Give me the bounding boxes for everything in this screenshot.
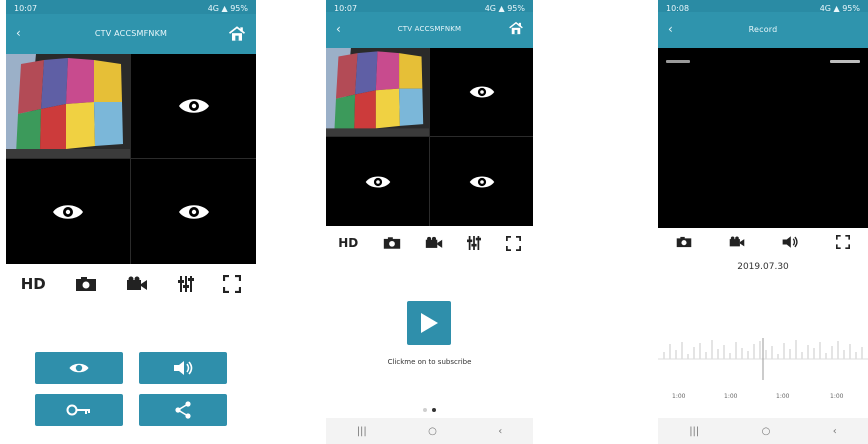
status-bar: 10:07 4G ▲ 95% bbox=[326, 0, 533, 13]
fullscreen-icon[interactable] bbox=[223, 275, 242, 293]
camera-feed-3[interactable] bbox=[6, 159, 131, 264]
fullscreen-icon[interactable] bbox=[505, 235, 521, 251]
unlock-button[interactable] bbox=[35, 394, 123, 426]
key-icon bbox=[66, 404, 90, 416]
camera-feed-2[interactable] bbox=[131, 54, 256, 159]
camera-feed-1[interactable] bbox=[326, 48, 430, 137]
app-bar: ‹ CTV ACCSMFNKM bbox=[326, 12, 533, 48]
screen-title: Record bbox=[748, 25, 778, 34]
share-icon bbox=[175, 401, 191, 419]
eye-icon bbox=[53, 204, 83, 219]
recent-apps-icon[interactable]: ||| bbox=[689, 426, 699, 437]
camera-image bbox=[326, 48, 429, 136]
waveform-graphic bbox=[658, 338, 868, 380]
play-icon bbox=[421, 313, 438, 333]
progress-end-bar bbox=[830, 60, 860, 63]
timeline-label: 1:00 bbox=[776, 393, 790, 400]
camera-grid bbox=[6, 54, 256, 264]
video-camera-icon[interactable] bbox=[126, 276, 148, 292]
settings-icon[interactable] bbox=[177, 275, 194, 293]
playback-progress bbox=[658, 60, 868, 63]
screen-title: CTV ACCSMFNKM bbox=[94, 29, 168, 38]
eye-icon bbox=[365, 175, 390, 188]
status-time: 10:07 bbox=[14, 4, 38, 13]
eye-icon bbox=[469, 86, 494, 98]
phone-screen-live-grid: 10:07 4G ▲ 95% ‹ CTV ACCSMFNKM HD bbox=[6, 0, 256, 444]
settings-icon[interactable] bbox=[467, 235, 482, 251]
sound-button[interactable] bbox=[139, 352, 227, 384]
app-bar: ‹ Record bbox=[658, 12, 868, 48]
play-button[interactable] bbox=[407, 301, 451, 345]
status-bar: 10:08 4G ▲ 95% bbox=[658, 0, 868, 13]
watch-button[interactable] bbox=[35, 352, 123, 384]
back-nav-icon[interactable]: ‹ bbox=[498, 426, 502, 437]
phone-screen-subscribe: 10:07 4G ▲ 95% ‹ CTV ACCSMFNKM HD Clickm… bbox=[326, 0, 533, 444]
home-icon[interactable] bbox=[507, 20, 525, 37]
timeline-label: 1:00 bbox=[672, 393, 686, 400]
share-button[interactable] bbox=[139, 394, 227, 426]
camera-image bbox=[6, 54, 130, 158]
recent-apps-icon[interactable]: ||| bbox=[357, 426, 367, 437]
status-bar: 10:07 4G ▲ 95% bbox=[6, 0, 256, 14]
playback-toolbar bbox=[658, 228, 868, 256]
video-camera-icon[interactable] bbox=[729, 236, 745, 248]
home-nav-icon[interactable]: ○ bbox=[428, 426, 437, 437]
status-indicators: 4G ▲ 95% bbox=[207, 4, 248, 13]
fullscreen-icon[interactable] bbox=[835, 235, 850, 249]
system-nav-bar: ||| ○ ‹ bbox=[326, 418, 533, 444]
playback-video[interactable] bbox=[658, 48, 868, 228]
camera-feed-3[interactable] bbox=[326, 137, 430, 226]
hd-toggle-button[interactable]: HD bbox=[338, 236, 358, 250]
speaker-icon bbox=[174, 361, 193, 375]
camera-icon[interactable] bbox=[676, 236, 692, 248]
page-indicator bbox=[326, 408, 533, 412]
camera-feed-1[interactable] bbox=[6, 54, 131, 159]
timeline-label: 1:00 bbox=[830, 393, 844, 400]
app-bar: ‹ CTV ACCSMFNKM bbox=[6, 14, 256, 54]
system-nav-bar: ||| ○ ‹ bbox=[658, 418, 868, 444]
home-nav-icon[interactable]: ○ bbox=[762, 426, 771, 437]
eye-icon bbox=[469, 175, 494, 188]
video-toolbar: HD bbox=[326, 228, 533, 258]
page-dot-active[interactable] bbox=[432, 408, 436, 412]
eye-icon bbox=[69, 363, 89, 373]
recording-date: 2019.07.30 bbox=[737, 262, 789, 272]
page-dot[interactable] bbox=[423, 408, 427, 412]
timeline-waveform[interactable]: 1:00 1:00 1:00 1:00 bbox=[658, 338, 868, 400]
eye-icon bbox=[178, 204, 209, 219]
progress-start-bar bbox=[666, 60, 690, 63]
camera-icon[interactable] bbox=[383, 236, 401, 250]
video-camera-icon[interactable] bbox=[425, 236, 443, 250]
phone-screen-record: 10:08 4G ▲ 95% ‹ Record 2019.07.30 1:00 … bbox=[658, 0, 868, 444]
timeline-label: 1:00 bbox=[724, 393, 738, 400]
camera-grid bbox=[326, 48, 533, 226]
screen-title: CTV ACCSMFNKM bbox=[397, 25, 462, 33]
camera-feed-4[interactable] bbox=[430, 137, 533, 226]
home-icon[interactable] bbox=[226, 24, 248, 44]
camera-icon[interactable] bbox=[75, 276, 97, 292]
camera-feed-4[interactable] bbox=[131, 159, 256, 264]
video-toolbar: HD bbox=[6, 266, 256, 302]
back-nav-icon[interactable]: ‹ bbox=[833, 426, 837, 437]
camera-feed-2[interactable] bbox=[430, 48, 533, 137]
speaker-icon[interactable] bbox=[781, 235, 799, 249]
eye-icon bbox=[178, 99, 209, 113]
hd-toggle-button[interactable]: HD bbox=[21, 275, 46, 293]
subscribe-caption: Clickme on to subscribe bbox=[387, 358, 472, 366]
